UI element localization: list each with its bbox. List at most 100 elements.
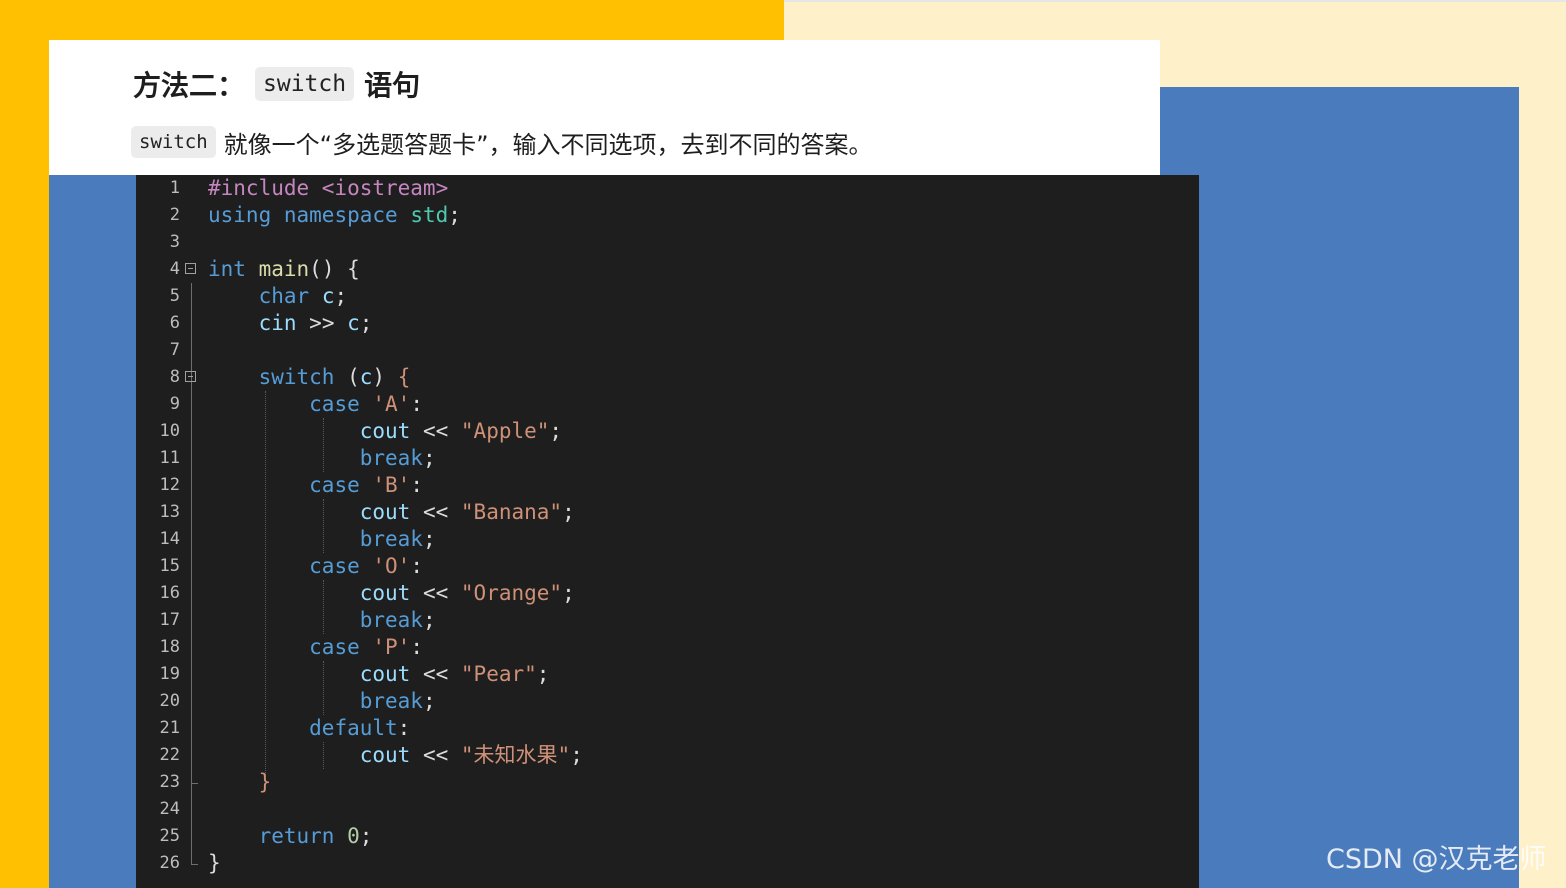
- code-line[interactable]: 17 break;: [136, 607, 1199, 634]
- code-token: "Orange": [460, 581, 563, 605]
- line-number: 8: [169, 367, 180, 387]
- code-token: 'B': [372, 473, 411, 497]
- code-line[interactable]: 16 cout << "Orange";: [136, 580, 1199, 607]
- fold-toggle-icon[interactable]: [185, 371, 196, 382]
- code-token: }: [208, 851, 221, 875]
- code-token: int: [208, 257, 246, 281]
- code-token: break: [359, 689, 423, 713]
- code-line[interactable]: 23 }: [136, 769, 1199, 796]
- title-code-pill: switch: [255, 67, 355, 101]
- code-token: main: [258, 257, 310, 281]
- code-line[interactable]: 19 cout << "Pear";: [136, 661, 1199, 688]
- code-line[interactable]: 24: [136, 796, 1199, 823]
- code-token: :: [410, 473, 423, 497]
- code-token: default: [309, 716, 398, 740]
- code-text: case 'B':: [208, 472, 423, 499]
- code-token: #include <iostream>: [208, 176, 449, 200]
- line-number: 9: [169, 394, 180, 414]
- code-line[interactable]: 7: [136, 337, 1199, 364]
- code-token: 'O': [372, 554, 411, 578]
- code-line[interactable]: 6 cin >> c;: [136, 310, 1199, 337]
- code-line[interactable]: 8 switch (c) {: [136, 364, 1199, 391]
- code-line[interactable]: 11 break;: [136, 445, 1199, 472]
- line-number: 2: [169, 205, 180, 225]
- code-token: <<: [422, 662, 449, 686]
- code-token: ;: [549, 419, 563, 443]
- code-token: ;: [334, 284, 348, 308]
- code-token: case: [309, 554, 360, 578]
- code-token: c: [321, 284, 335, 308]
- code-token: (: [347, 365, 360, 389]
- line-number: 22: [159, 745, 180, 765]
- code-token: cout: [359, 581, 411, 605]
- line-number: 17: [159, 610, 180, 630]
- line-number: 4: [169, 259, 180, 279]
- code-line[interactable]: 25 return 0;: [136, 823, 1199, 850]
- code-line[interactable]: 22 cout << "未知水果";: [136, 742, 1199, 769]
- code-token: ;: [422, 608, 436, 632]
- code-token: "未知水果": [460, 743, 571, 767]
- slide-header-card: 方法二： switch 语句 switch 就像一个“多选题答题卡”，输入不同选…: [49, 40, 1160, 175]
- code-line[interactable]: 15 case 'O':: [136, 553, 1199, 580]
- code-line[interactable]: 1 #include <iostream>: [136, 175, 1199, 202]
- code-token: {: [397, 365, 411, 389]
- code-line[interactable]: 12 case 'B':: [136, 472, 1199, 499]
- code-text: }: [208, 769, 272, 796]
- code-token: char: [258, 284, 310, 308]
- code-line[interactable]: 10 cout << "Apple";: [136, 418, 1199, 445]
- code-text: cout << "Orange";: [208, 580, 575, 607]
- code-line[interactable]: 9 case 'A':: [136, 391, 1199, 418]
- code-line[interactable]: 20 break;: [136, 688, 1199, 715]
- code-text: cout << "Apple";: [208, 418, 562, 445]
- code-token: break: [359, 527, 423, 551]
- code-token: ;: [422, 446, 436, 470]
- code-text: cout << "Banana";: [208, 499, 575, 526]
- code-text: int main() {: [208, 256, 360, 283]
- code-text: case 'A':: [208, 391, 423, 418]
- code-line[interactable]: 26}: [136, 850, 1199, 877]
- code-editor[interactable]: 1 #include <iostream> 2 using namespace std…: [136, 175, 1199, 888]
- code-text: case 'O':: [208, 553, 423, 580]
- code-text: }: [208, 850, 221, 877]
- code-token: "Pear": [460, 662, 537, 686]
- line-number: 24: [159, 799, 180, 819]
- code-text: case 'P':: [208, 634, 423, 661]
- code-line[interactable]: 3: [136, 229, 1199, 256]
- code-line[interactable]: 4 int main() {: [136, 256, 1199, 283]
- code-line[interactable]: 18 case 'P':: [136, 634, 1199, 661]
- desc-code-pill: switch: [131, 126, 216, 158]
- code-token: case: [309, 473, 360, 497]
- code-line[interactable]: 2 using namespace std;: [136, 202, 1199, 229]
- code-token: :: [410, 392, 423, 416]
- fold-toggle-icon[interactable]: [185, 263, 196, 274]
- code-text: using namespace std;: [208, 202, 461, 229]
- line-number: 25: [159, 826, 180, 846]
- code-line[interactable]: 5 char c;: [136, 283, 1199, 310]
- code-text: cout << "未知水果";: [208, 742, 583, 769]
- code-line[interactable]: 13 cout << "Banana";: [136, 499, 1199, 526]
- code-token: ;: [562, 581, 575, 605]
- code-token: c: [347, 311, 360, 335]
- code-line[interactable]: 21 default:: [136, 715, 1199, 742]
- code-token: ): [372, 365, 386, 389]
- code-token: }: [258, 770, 272, 794]
- code-token: namespace: [283, 203, 398, 227]
- code-line[interactable]: 14 break;: [136, 526, 1199, 553]
